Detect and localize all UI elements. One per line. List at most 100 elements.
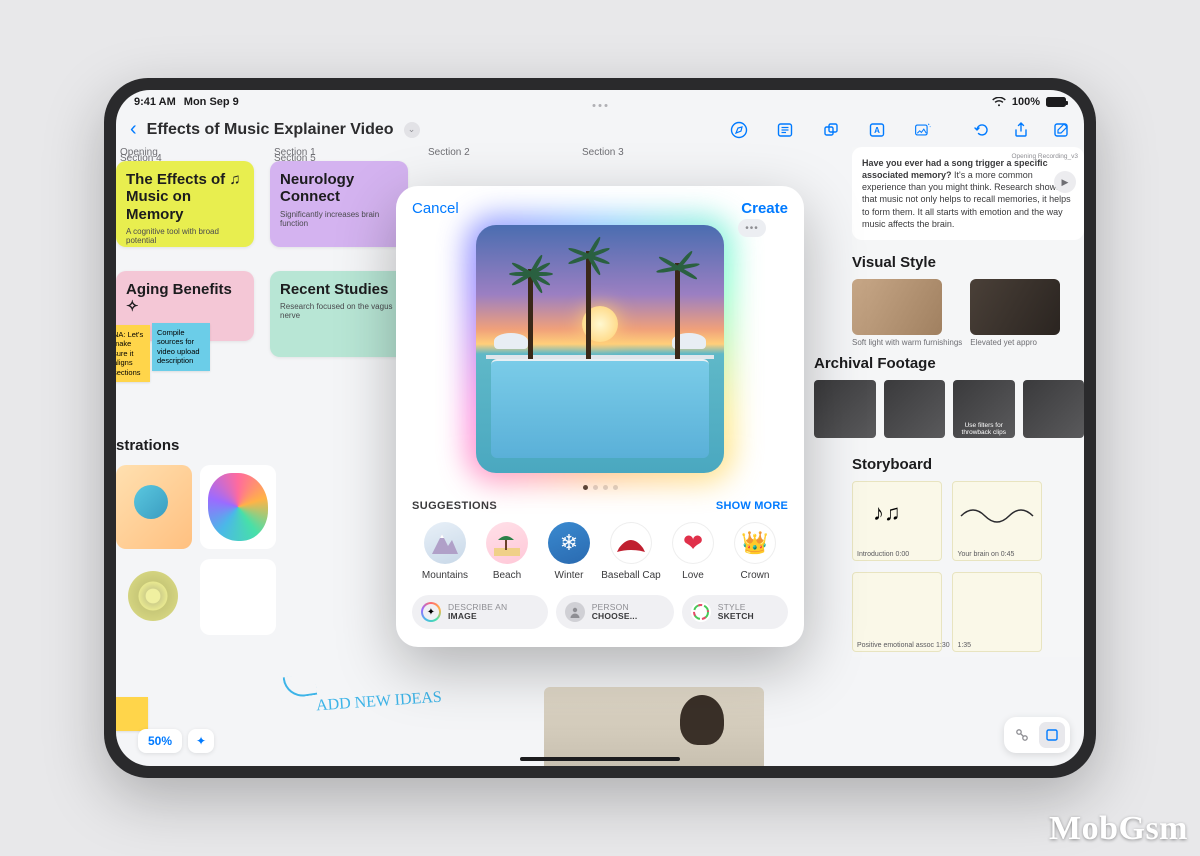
frame-caption: Your brain on 0:45 [957, 551, 1014, 558]
crown-icon: 👑 [734, 522, 776, 564]
watermark: MobGsm [1049, 810, 1188, 848]
style-thumb[interactable] [852, 279, 942, 335]
suggestion-beach[interactable]: Beach [476, 522, 538, 581]
archival-thumb[interactable] [814, 380, 876, 438]
zoom-controls: 50% ✦ [138, 729, 214, 753]
pill-line2: IMAGE [448, 612, 507, 621]
link-tool-icon[interactable] [1009, 722, 1035, 748]
suggestion-baseball-cap[interactable]: Baseball Cap [600, 522, 662, 581]
illustration-thumb[interactable] [200, 559, 276, 635]
shapes-icon[interactable] [822, 121, 840, 139]
frame-caption: Introduction 0:00 [857, 551, 909, 558]
undo-icon[interactable] [972, 121, 990, 139]
home-indicator[interactable] [520, 757, 680, 761]
suggestion-label: Love [682, 570, 704, 581]
cancel-button[interactable]: Cancel [412, 200, 459, 217]
card-section1[interactable]: Neurology Connect Significantly increase… [270, 161, 408, 247]
generated-image-wrap: ••• [476, 225, 724, 473]
generated-image[interactable] [476, 225, 724, 473]
view-tools [1004, 717, 1070, 753]
document-title[interactable]: Effects of Music Explainer Video [147, 121, 394, 139]
battery-icon [1046, 97, 1066, 107]
battery-pct: 100% [1012, 96, 1040, 108]
share-icon[interactable] [1012, 121, 1030, 139]
back-chevron-icon[interactable]: ‹ [130, 118, 137, 141]
pill-line2: SKETCH [718, 612, 754, 621]
style-pill[interactable]: STYLESKETCH [682, 595, 788, 629]
suggestion-winter[interactable]: ❄ Winter [538, 522, 600, 581]
person-icon [565, 602, 585, 622]
storyboard-frame[interactable]: ♪♫ Introduction 0:00 [852, 481, 942, 561]
title-dropdown-chevron-icon[interactable]: ⌄ [404, 122, 420, 138]
more-options-icon[interactable]: ••• [738, 219, 766, 237]
beach-icon [486, 522, 528, 564]
card-title: Aging Benefits ✧ [126, 281, 244, 316]
storyboard-frame[interactable]: Your brain on 0:45 [952, 481, 1042, 561]
visual-style-heading: Visual Style [852, 254, 1084, 271]
screen: 9:41 AM Mon Sep 9 100% ‹ Effects of Musi… [116, 90, 1084, 766]
archival-thumb[interactable]: Use filters for throwback clips [953, 380, 1015, 438]
style-thumb[interactable] [970, 279, 1060, 335]
suggestion-label: Mountains [422, 570, 468, 581]
prompt-pills: ✦ DESCRIBE ANIMAGE PERSONCHOOSE... STYLE… [412, 595, 788, 629]
frame-caption: Positive emotional assoc 1:30 [857, 642, 950, 649]
image-wand-icon[interactable] [914, 121, 932, 139]
navigator-icon[interactable]: ✦ [188, 729, 214, 753]
svg-text:♪♫: ♪♫ [873, 500, 901, 525]
text-box-icon[interactable] [776, 121, 794, 139]
multitask-dots-icon[interactable] [593, 104, 608, 107]
sticky-note[interactable]: Compile sources for video upload descrip… [152, 323, 210, 371]
illustration-thumb[interactable] [200, 465, 276, 549]
card-subtitle: Research focused on the vagus nerve [280, 302, 398, 320]
frame-caption: 1:35 [957, 642, 971, 649]
image-playground-modal: Cancel Create ••• [396, 186, 804, 647]
page-indicator[interactable] [412, 485, 788, 490]
mountains-icon [424, 522, 466, 564]
note-card[interactable]: Have you ever had a song trigger a speci… [852, 147, 1084, 240]
suggestions-row: Mountains Beach ❄ Winter Baseball Cap ❤ … [412, 522, 788, 581]
suggestions-label: SUGGESTIONS [412, 500, 497, 512]
thumb-caption: Elevated yet appro [970, 338, 1060, 347]
show-more-button[interactable]: SHOW MORE [716, 500, 788, 512]
sparkle-icon: ✦ [421, 602, 441, 622]
create-button[interactable]: Create [741, 200, 788, 217]
status-date: Mon Sep 9 [184, 96, 239, 108]
card-title: The Effects of ♫ Music on Memory [126, 171, 244, 223]
pill-line1: PERSON [592, 603, 638, 612]
suggestion-mountains[interactable]: Mountains [414, 522, 476, 581]
storyboard-heading: Storyboard [852, 456, 1084, 473]
sticky-note[interactable]: NA: Let's make sure it aligns sections [116, 325, 150, 382]
pen-tool-icon[interactable] [730, 121, 748, 139]
zoom-percent[interactable]: 50% [138, 729, 182, 753]
suggestion-label: Baseball Cap [601, 570, 660, 581]
section-label-2: Section 2 [428, 147, 470, 158]
card-title: Recent Studies [280, 281, 398, 298]
pill-line2: CHOOSE... [592, 612, 638, 621]
card-opening[interactable]: The Effects of ♫ Music on Memory A cogni… [116, 161, 254, 247]
illustration-thumb[interactable] [116, 559, 192, 635]
pill-line1: STYLE [718, 603, 754, 612]
archival-heading: Archival Footage [814, 355, 1084, 372]
pill-line1: DESCRIBE AN [448, 603, 507, 612]
status-bar: 9:41 AM Mon Sep 9 100% [116, 90, 1084, 114]
suggestion-love[interactable]: ❤ Love [662, 522, 724, 581]
compose-icon[interactable] [1052, 121, 1070, 139]
suggestion-crown[interactable]: 👑 Crown [724, 522, 786, 581]
text-style-icon[interactable]: A [868, 121, 886, 139]
select-tool-icon[interactable] [1039, 722, 1065, 748]
sticky-note[interactable] [116, 697, 148, 731]
archival-thumb[interactable] [1023, 380, 1085, 438]
describe-image-pill[interactable]: ✦ DESCRIBE ANIMAGE [412, 595, 548, 629]
archival-caption: Use filters for throwback clips [955, 422, 1013, 436]
svg-text:A: A [874, 126, 880, 135]
illustration-thumb[interactable] [116, 465, 192, 549]
card-section5[interactable]: Recent Studies Research focused on the v… [270, 271, 408, 357]
photo-thumb[interactable] [544, 687, 764, 766]
play-icon[interactable]: ▶ [1054, 171, 1076, 193]
person-pill[interactable]: PERSONCHOOSE... [556, 595, 674, 629]
card-subtitle: A cognitive tool with broad potential [126, 227, 244, 245]
card-title: Neurology Connect [280, 171, 398, 206]
archival-thumb[interactable] [884, 380, 946, 438]
storyboard-frame[interactable]: 1:35 [952, 572, 1042, 652]
storyboard-frame[interactable]: Positive emotional assoc 1:30 [852, 572, 942, 652]
